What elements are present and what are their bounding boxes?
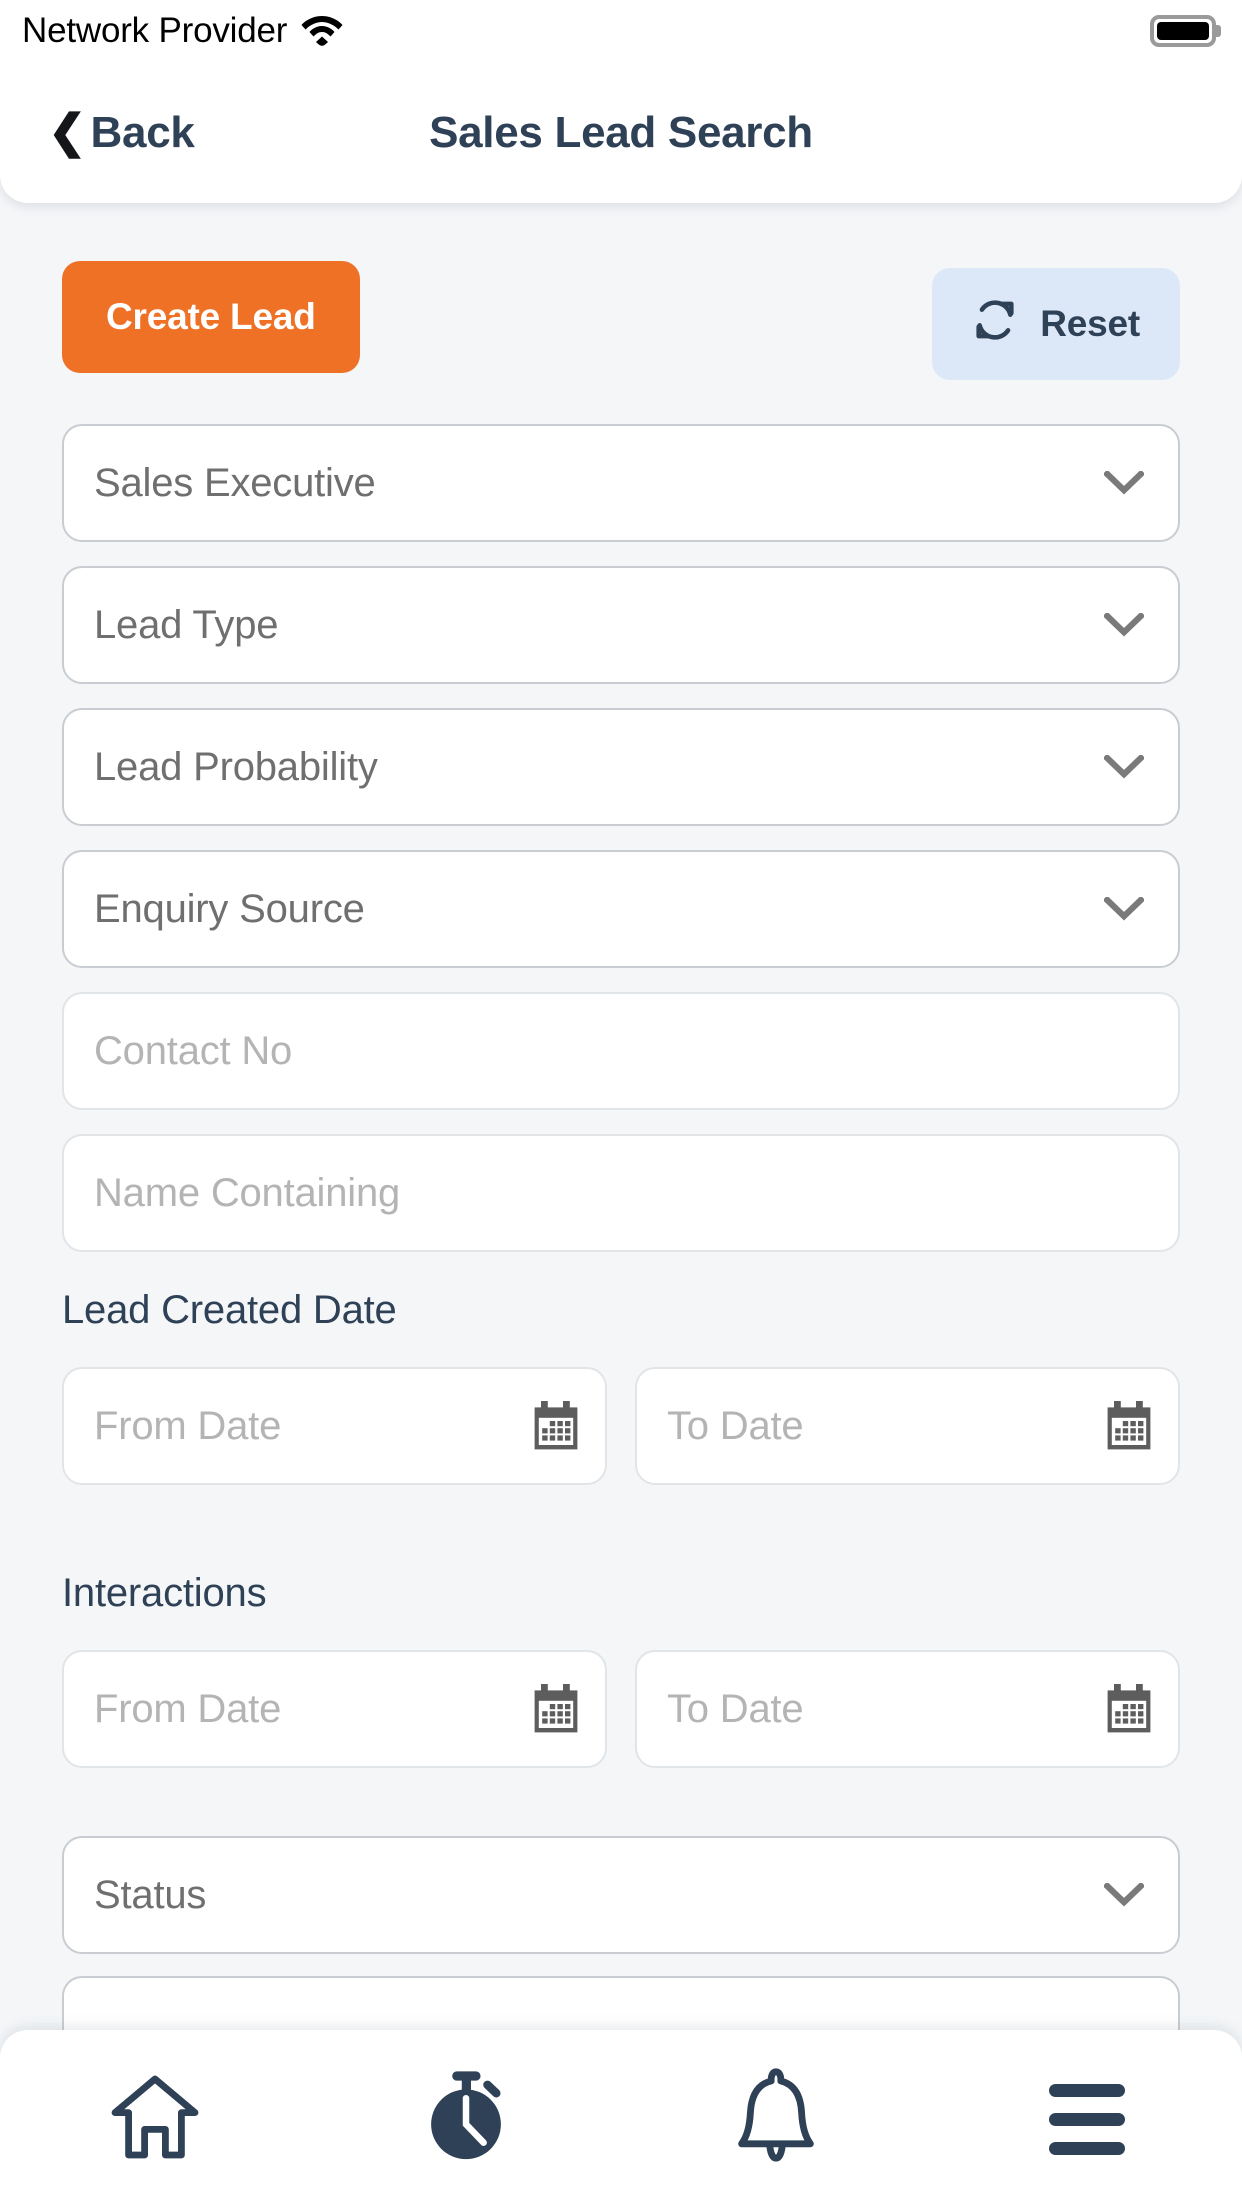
lead-probability-dropdown[interactable]: Lead Probability xyxy=(62,708,1180,826)
status-label: Status xyxy=(94,1872,207,1917)
bottom-navigation-bar xyxy=(0,2030,1242,2208)
nav-item-notifications[interactable] xyxy=(621,2030,932,2208)
back-button[interactable]: ❮ Back xyxy=(48,108,195,158)
name-containing-placeholder: Name Containing xyxy=(94,1170,401,1215)
calendar-icon[interactable] xyxy=(533,1401,579,1451)
page-header: ❮ Back Sales Lead Search xyxy=(0,62,1242,203)
wifi-icon xyxy=(301,12,343,51)
sales-executive-dropdown[interactable]: Sales Executive xyxy=(62,424,1180,542)
sales-executive-label: Sales Executive xyxy=(94,460,376,505)
nav-item-menu[interactable] xyxy=(932,2030,1242,2208)
interactions-to-date[interactable]: To Date xyxy=(635,1650,1180,1768)
contact-no-placeholder: Contact No xyxy=(94,1028,293,1073)
lead-probability-label: Lead Probability xyxy=(94,744,378,789)
reset-button-label: Reset xyxy=(1040,303,1140,344)
hamburger-bar xyxy=(1048,2083,1125,2097)
refresh-icon xyxy=(972,297,1018,352)
chevron-left-icon: ❮ xyxy=(48,104,87,157)
interactions-from-date-placeholder: From Date xyxy=(94,1686,282,1731)
name-containing-input[interactable]: Name Containing xyxy=(62,1134,1180,1252)
chevron-down-icon xyxy=(1102,753,1146,779)
interactions-from-date[interactable]: From Date xyxy=(62,1650,607,1768)
calendar-icon[interactable] xyxy=(533,1684,579,1734)
next-field-wrapper xyxy=(0,1976,1242,2030)
contact-no-input[interactable]: Contact No xyxy=(62,992,1180,1110)
home-icon xyxy=(107,2071,203,2168)
nav-item-activity[interactable] xyxy=(311,2030,622,2208)
enquiry-source-dropdown[interactable]: Enquiry Source xyxy=(62,850,1180,968)
interactions-to-date-placeholder: To Date xyxy=(667,1686,804,1731)
chevron-down-icon xyxy=(1102,469,1146,495)
lead-created-to-date-placeholder: To Date xyxy=(667,1403,804,1448)
action-button-row: Create Lead Reset xyxy=(0,203,1242,380)
battery-full-icon xyxy=(1150,15,1216,47)
chevron-down-icon xyxy=(1102,1881,1146,1907)
back-button-label: Back xyxy=(90,107,195,157)
hamburger-icon xyxy=(1048,2083,1125,2155)
bell-icon xyxy=(732,2067,820,2172)
lead-created-date-heading: Lead Created Date xyxy=(62,1288,397,1332)
stopwatch-icon xyxy=(420,2069,512,2170)
enquiry-source-label: Enquiry Source xyxy=(94,886,365,931)
lead-created-from-date[interactable]: From Date xyxy=(62,1367,607,1485)
chevron-down-icon xyxy=(1102,895,1146,921)
hamburger-bar xyxy=(1048,2112,1125,2126)
hamburger-bar xyxy=(1048,2141,1125,2155)
lead-created-date-row: From Date To Date xyxy=(0,1367,1242,1485)
filter-fields: Sales Executive Lead Type Lead Probabili… xyxy=(0,424,1242,1252)
filter-form-scroll-area[interactable]: Create Lead Reset Sales Executive Lead T… xyxy=(0,203,1242,2030)
interactions-date-row: From Date To Date xyxy=(0,1650,1242,1768)
status-bar: Network Provider xyxy=(0,0,1242,62)
lead-type-dropdown[interactable]: Lead Type xyxy=(62,566,1180,684)
status-dropdown[interactable]: Status xyxy=(62,1836,1180,1954)
battery-level-fill xyxy=(1157,22,1209,40)
calendar-icon[interactable] xyxy=(1106,1684,1152,1734)
chevron-down-icon xyxy=(1102,611,1146,637)
lead-created-from-date-placeholder: From Date xyxy=(94,1403,282,1448)
carrier-label: Network Provider xyxy=(22,11,288,50)
status-field-wrapper: Status xyxy=(0,1836,1242,1954)
interactions-heading: Interactions xyxy=(62,1571,267,1615)
lead-created-to-date[interactable]: To Date xyxy=(635,1367,1180,1485)
create-lead-button[interactable]: Create Lead xyxy=(62,261,360,373)
partially-visible-field[interactable] xyxy=(62,1976,1180,2030)
calendar-icon[interactable] xyxy=(1106,1401,1152,1451)
lead-type-label: Lead Type xyxy=(94,602,279,647)
status-bar-left: Network Provider xyxy=(22,11,343,51)
reset-button[interactable]: Reset xyxy=(932,268,1180,380)
nav-item-home[interactable] xyxy=(0,2030,311,2208)
